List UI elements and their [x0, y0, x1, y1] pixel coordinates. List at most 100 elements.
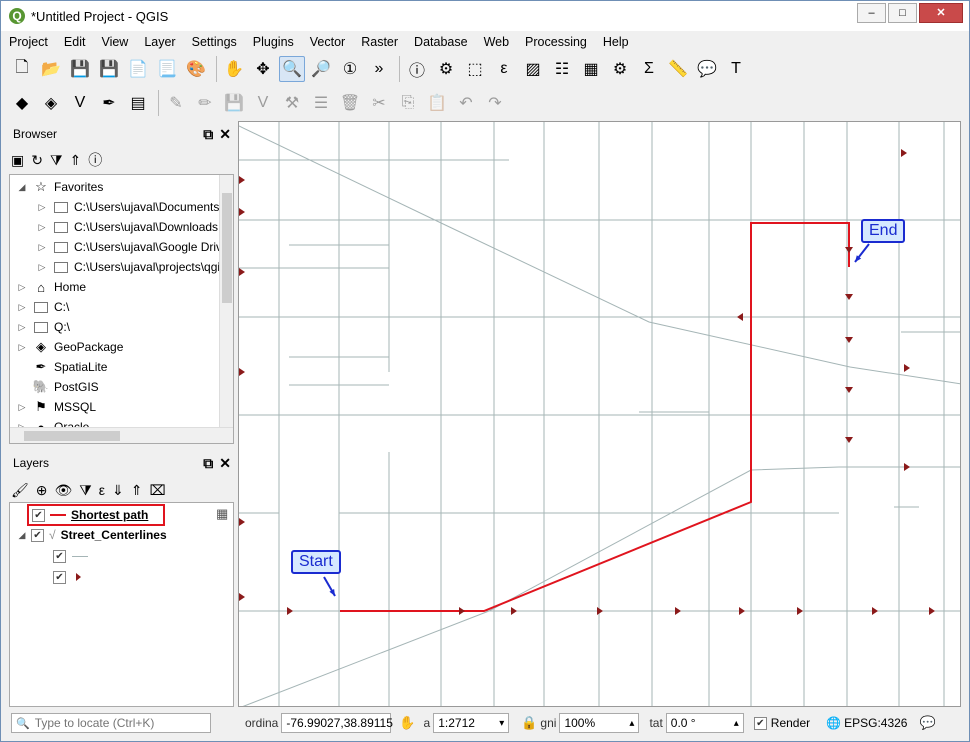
map-tips-icon[interactable]: 💬 — [694, 56, 720, 82]
browser-item[interactable]: ▷ ⌂ Home — [16, 277, 86, 297]
layout-manager-icon[interactable]: 📃 — [154, 56, 180, 82]
manage-visibility-icon[interactable]: 👁 — [55, 482, 73, 499]
select-by-expression-icon[interactable]: ε — [491, 56, 517, 82]
attribute-table-icon[interactable]: ☷ — [549, 56, 575, 82]
toggle-extents-icon[interactable]: ✋ — [399, 715, 415, 731]
delete-selected-icon[interactable]: 🗑 — [337, 90, 363, 116]
undo-icon[interactable]: ↶ — [453, 90, 479, 116]
layer-row-street-centerlines[interactable]: ◢ ✔ √ Street_Centerlines — [16, 525, 167, 545]
add-group-icon[interactable]: ⊕ — [36, 482, 48, 499]
new-virtual-layer-icon[interactable]: ▤ — [125, 90, 151, 116]
digitize-pen-icon[interactable]: ✒ — [96, 90, 122, 116]
measure-icon[interactable]: 📏 — [665, 56, 691, 82]
legend-item-arrow[interactable]: ✔ — [53, 567, 81, 587]
browser-item[interactable]: 🐘 PostGIS — [16, 377, 99, 397]
float-panel-icon[interactable]: ⧉ — [203, 126, 213, 143]
browser-item[interactable]: ▷ C:\Users\ujaval\Downloads — [36, 217, 219, 237]
expand-arrow-icon[interactable]: ◢ — [16, 182, 28, 193]
menu-edit[interactable]: Edit — [56, 35, 94, 49]
new-project-icon[interactable]: 🗋 — [9, 56, 35, 82]
layer-visibility-checkbox[interactable]: ✔ — [32, 508, 45, 522]
float-panel-icon[interactable]: ⧉ — [203, 455, 213, 472]
add-feature-icon[interactable]: V — [250, 90, 276, 116]
menu-layer[interactable]: Layer — [136, 35, 183, 49]
maximize-button[interactable]: □ — [888, 3, 917, 23]
style-manager-icon[interactable]: 🎨 — [183, 56, 209, 82]
memory-layer-icon[interactable]: ▦ — [216, 506, 228, 522]
expand-arrow-icon[interactable]: ▷ — [36, 202, 48, 213]
toolbar-overflow-icon[interactable]: » — [366, 56, 392, 82]
menu-raster[interactable]: Raster — [353, 35, 406, 49]
collapse-all-layers-icon[interactable]: ⇑ — [131, 482, 143, 499]
scale-combobox[interactable]: 1:2712 ▾ — [433, 713, 510, 733]
crs-globe-icon[interactable]: 🌐 — [826, 716, 841, 730]
current-edits-icon[interactable]: ✎ — [163, 90, 189, 116]
zoom-in-icon[interactable]: 🔍 — [279, 56, 305, 82]
save-layer-edits-icon[interactable]: 💾 — [221, 90, 247, 116]
legend-checkbox[interactable]: ✔ — [53, 549, 66, 563]
toggle-editing-icon[interactable]: ✏ — [192, 90, 218, 116]
deselect-icon[interactable]: ▨ — [520, 56, 546, 82]
menu-web[interactable]: Web — [476, 35, 517, 49]
select-features-icon[interactable]: ⬚ — [462, 56, 488, 82]
expand-arrow-icon[interactable]: ▷ — [36, 262, 48, 273]
close-panel-icon[interactable]: ✕ — [219, 455, 231, 472]
menu-project[interactable]: Project — [1, 35, 56, 49]
coordinate-field[interactable]: -76.99027,38.89115 — [281, 713, 393, 733]
filter-by-expression-icon[interactable]: ε — [99, 482, 105, 498]
identify-icon[interactable]: ⓘ — [404, 56, 430, 82]
menu-view[interactable]: View — [93, 35, 136, 49]
legend-item-line[interactable]: ✔ — [53, 546, 88, 566]
expand-arrow-icon[interactable]: ▷ — [36, 222, 48, 233]
menu-vector[interactable]: Vector — [302, 35, 353, 49]
menu-plugins[interactable]: Plugins — [245, 35, 302, 49]
copy-features-icon[interactable]: ⎘ — [395, 90, 421, 116]
remove-layer-icon[interactable]: ⌧ — [150, 482, 166, 499]
legend-checkbox[interactable]: ✔ — [53, 570, 66, 584]
expand-arrow-icon[interactable]: ▷ — [16, 302, 28, 313]
digitize-vertex-icon[interactable]: V — [67, 90, 93, 116]
data-source-manager-icon[interactable]: ◆ — [9, 90, 35, 116]
locator-field[interactable]: 🔍 — [11, 713, 211, 733]
expand-arrow-icon[interactable]: ◢ — [16, 530, 28, 541]
menu-database[interactable]: Database — [406, 35, 476, 49]
lock-scale-icon[interactable]: 🔒 — [521, 715, 537, 731]
render-checkbox[interactable]: ✔ — [753, 716, 767, 730]
pan-icon[interactable]: ✋ — [221, 56, 247, 82]
open-project-icon[interactable]: 📂 — [38, 56, 64, 82]
browser-item[interactable]: ▷ Q:\ — [16, 317, 70, 337]
minimize-button[interactable]: – — [857, 3, 886, 23]
redo-icon[interactable]: ↷ — [482, 90, 508, 116]
modify-attributes-icon[interactable]: ☰ — [308, 90, 334, 116]
refresh-icon[interactable]: ↻ — [31, 152, 43, 169]
save-project-icon[interactable]: 💾 — [67, 56, 93, 82]
zoom-native-icon[interactable]: ① — [337, 56, 363, 82]
expand-arrow-icon[interactable]: ▷ — [16, 342, 28, 353]
browser-item[interactable]: ▷ ◈ GeoPackage — [16, 337, 124, 357]
expand-all-icon[interactable]: ⇓ — [112, 482, 124, 499]
map-canvas[interactable]: Start End — [238, 121, 961, 707]
layer-row-shortest-path[interactable]: ✔ Shortest path — [32, 505, 148, 525]
add-selected-layers-icon[interactable]: ▣ — [11, 152, 24, 169]
open-layer-styling-icon[interactable]: 🖌 — [11, 482, 29, 499]
browser-item[interactable]: ▷ C:\ — [16, 297, 70, 317]
menu-processing[interactable]: Processing — [517, 35, 595, 49]
messages-icon[interactable]: 💬 — [919, 715, 935, 731]
close-panel-icon[interactable]: ✕ — [219, 126, 231, 143]
browser-item[interactable]: ▷ ⚑ MSSQL — [16, 397, 96, 417]
magnifier-spinbox[interactable]: 100% ▴ — [559, 713, 640, 733]
browser-item[interactable]: ▷ C:\Users\ujaval\Google Drive — [36, 237, 229, 257]
filter-legend-icon[interactable]: ⧩ — [79, 482, 92, 499]
locator-input[interactable] — [34, 716, 200, 730]
spin-icon[interactable]: ▴ — [629, 718, 634, 729]
statistical-summary-icon[interactable]: Σ — [636, 56, 662, 82]
new-print-layout-icon[interactable]: 📄 — [125, 56, 151, 82]
browser-item[interactable]: ◢ ☆ Favorites — [16, 177, 104, 197]
menu-help[interactable]: Help — [595, 35, 637, 49]
run-feature-action-icon[interactable]: ⚙ — [433, 56, 459, 82]
field-calculator-icon[interactable]: ▦ — [578, 56, 604, 82]
expand-arrow-icon[interactable]: ▷ — [16, 282, 28, 293]
expand-arrow-icon[interactable]: ▷ — [36, 242, 48, 253]
paste-features-icon[interactable]: 📋 — [424, 90, 450, 116]
menu-settings[interactable]: Settings — [184, 35, 245, 49]
